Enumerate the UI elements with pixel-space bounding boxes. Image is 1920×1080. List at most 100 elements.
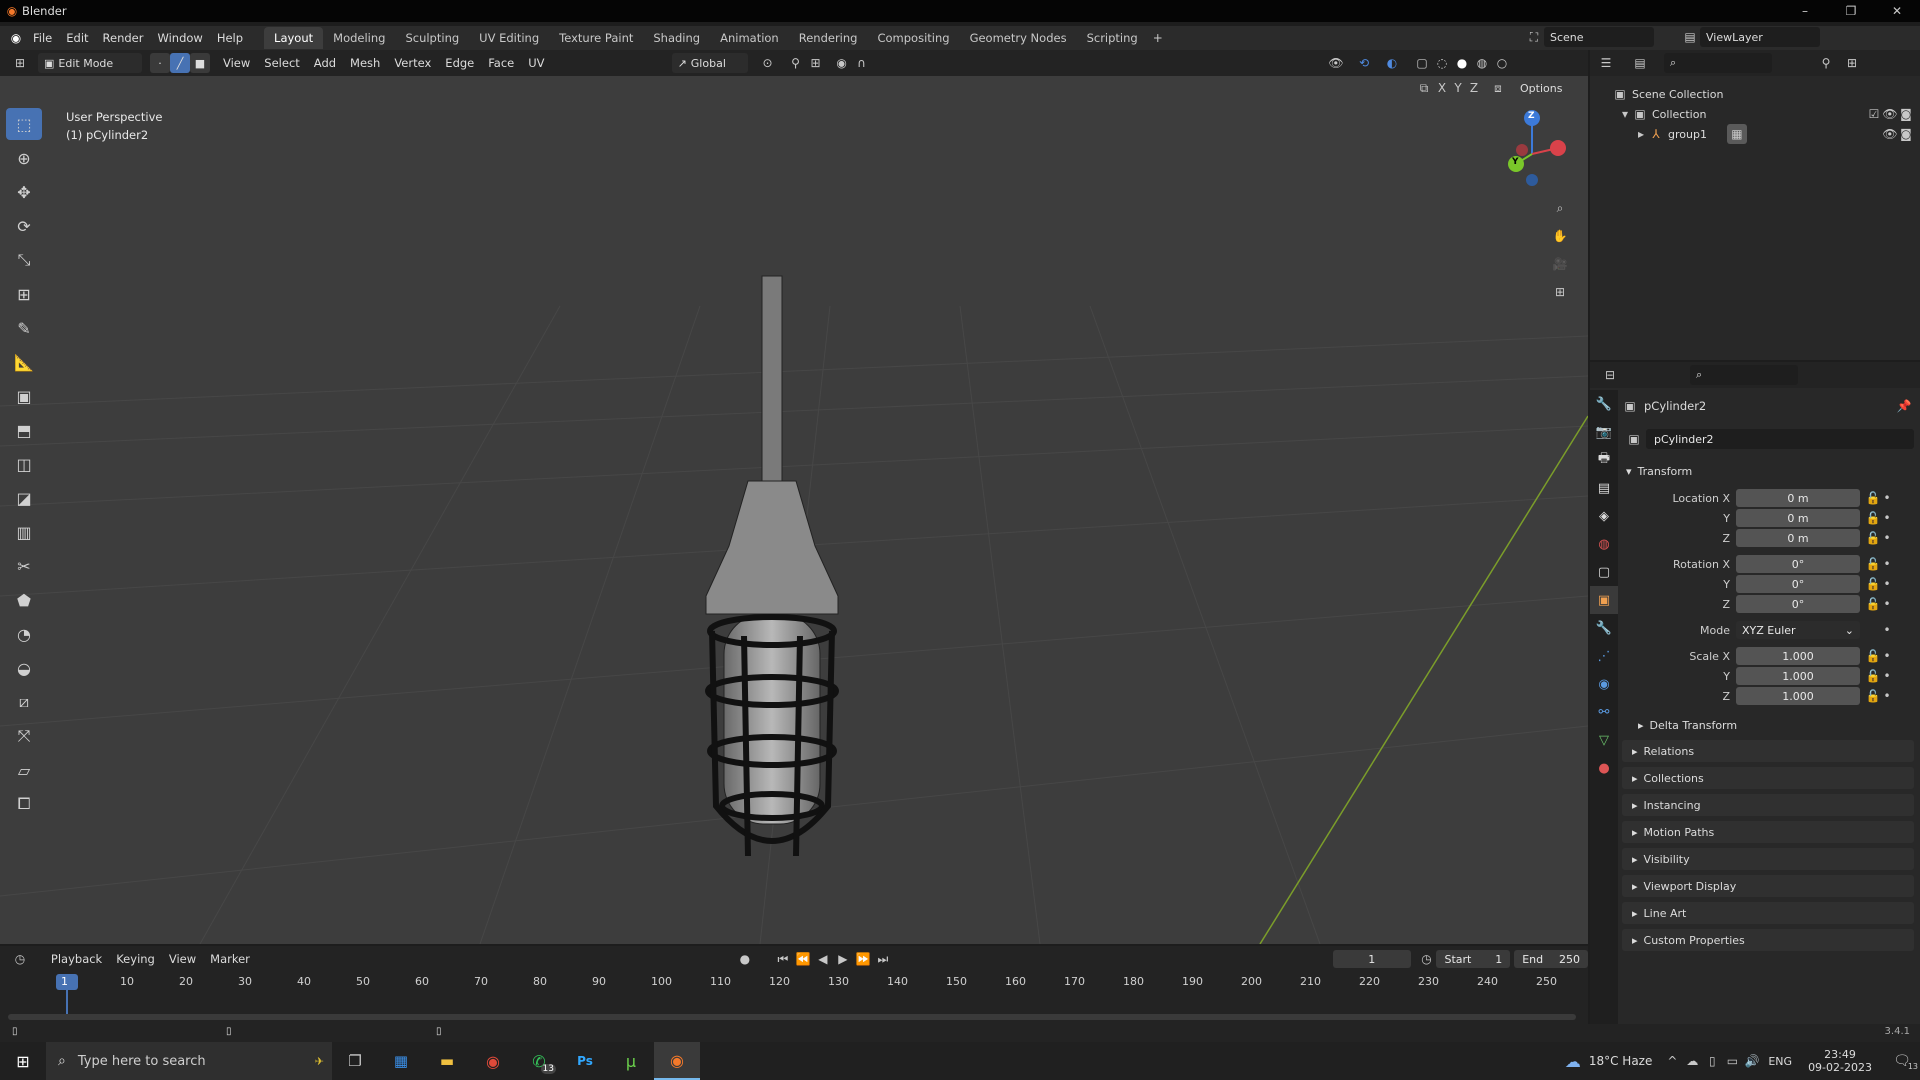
edge-slide-tool[interactable]: ⧄: [6, 686, 42, 718]
add-workspace-icon[interactable]: +: [1148, 28, 1168, 48]
jump-end-icon[interactable]: ⏭: [873, 949, 893, 969]
play-reverse-icon[interactable]: ◀: [813, 949, 833, 969]
prev-keyframe-icon[interactable]: ⏪: [793, 949, 813, 969]
panel-line-art[interactable]: ▸ Line Art: [1622, 902, 1914, 924]
timeline-menu-marker[interactable]: Marker: [203, 948, 257, 970]
photoshop-icon[interactable]: Ps: [562, 1042, 608, 1080]
blender-taskbar-icon[interactable]: ◉: [654, 1042, 700, 1080]
tab-shading[interactable]: Shading: [643, 27, 710, 49]
world-tab-icon[interactable]: ◍: [1590, 530, 1618, 558]
scale-y-field[interactable]: 1.000: [1736, 667, 1860, 685]
minimize-icon[interactable]: –: [1782, 1, 1828, 21]
keyframe-dot-icon[interactable]: •: [1880, 574, 1894, 594]
navigation-gizmo[interactable]: Z Y: [1494, 106, 1574, 186]
overlay-toggle-icon[interactable]: ◐: [1382, 53, 1402, 73]
language-label[interactable]: ENG: [1768, 1055, 1792, 1068]
timeline-scrollbar[interactable]: [8, 1014, 1576, 1020]
eye-icon[interactable]: 👁: [1882, 124, 1898, 144]
poly-build-tool[interactable]: ⬟: [6, 584, 42, 616]
blender-menu-icon[interactable]: ◉: [6, 28, 26, 48]
falloff-icon[interactable]: ∩: [852, 53, 872, 73]
start-frame-field[interactable]: Start 1: [1436, 950, 1511, 968]
rotation-z-field[interactable]: 0°: [1736, 595, 1860, 613]
menu-window[interactable]: Window: [150, 27, 209, 49]
render-camera-icon[interactable]: ◙: [1898, 124, 1914, 144]
filter-icon[interactable]: ⚲: [1816, 53, 1836, 73]
mirror-x[interactable]: X: [1434, 78, 1450, 98]
keyframe-dot-icon[interactable]: •: [1880, 488, 1894, 508]
keyframe-dot-icon[interactable]: •: [1880, 666, 1894, 686]
knife-tool[interactable]: ✂: [6, 550, 42, 582]
view-layer-icon[interactable]: ▤: [1680, 27, 1700, 47]
outliner-editor-icon[interactable]: ☰: [1596, 53, 1616, 73]
volume-icon[interactable]: 🔊: [1742, 1051, 1762, 1071]
snap-target-icon[interactable]: ⊞: [806, 53, 826, 73]
keyframe-dot-icon[interactable]: •: [1880, 686, 1894, 706]
end-frame-field[interactable]: End 250: [1514, 950, 1588, 968]
panel-visibility[interactable]: ▸ Visibility: [1622, 848, 1914, 870]
wireframe-shading-icon[interactable]: ◌: [1432, 53, 1452, 73]
rotation-mode-dropdown[interactable]: XYZ Euler ⌄: [1736, 621, 1860, 639]
lock-icon[interactable]: 🔓: [1866, 646, 1881, 666]
tab-modeling[interactable]: Modeling: [323, 27, 395, 49]
tool-tab-icon[interactable]: 🔧: [1590, 390, 1618, 418]
3d-viewport[interactable]: User Perspective (1) pCylinder2 Z Y ⌕ ✋ …: [0, 76, 1588, 944]
vertex-select-button[interactable]: ·: [150, 53, 170, 73]
outliner-row-scene[interactable]: ▣ Scene Collection: [1590, 84, 1920, 104]
current-frame-field[interactable]: 1: [1332, 950, 1411, 968]
render-tab-icon[interactable]: 📷: [1590, 418, 1618, 446]
ortho-grid-icon[interactable]: ⊞: [1548, 278, 1572, 306]
properties-editor-icon[interactable]: ⊟: [1600, 365, 1620, 385]
vp-menu-vertex[interactable]: Vertex: [387, 52, 438, 74]
panel-motion-paths[interactable]: ▸ Motion Paths: [1622, 821, 1914, 843]
menu-render[interactable]: Render: [96, 27, 151, 49]
location-y-field[interactable]: 0 m: [1736, 509, 1860, 527]
panel-collections[interactable]: ▸ Collections: [1622, 767, 1914, 789]
panel-relations[interactable]: ▸ Relations: [1622, 740, 1914, 762]
lock-icon[interactable]: 🔓: [1866, 528, 1881, 548]
lock-icon[interactable]: 🔓: [1866, 686, 1881, 706]
shrink-fatten-tool[interactable]: ⤧: [6, 720, 42, 752]
properties-search[interactable]: ⌕: [1690, 365, 1798, 385]
eye-icon[interactable]: 👁: [1882, 104, 1898, 124]
tab-sculpting[interactable]: Sculpting: [395, 27, 469, 49]
editor-type-icon[interactable]: ⊞: [10, 53, 30, 73]
lamp-mesh[interactable]: [705, 275, 839, 857]
outliner-search[interactable]: ⌕: [1664, 53, 1772, 73]
rotation-y-field[interactable]: 0°: [1736, 575, 1860, 593]
scene-tab-icon[interactable]: ◈: [1590, 502, 1618, 530]
tab-uv-editing[interactable]: UV Editing: [469, 27, 549, 49]
collapse-arrow-icon[interactable]: ▸: [1634, 124, 1648, 144]
vp-menu-edge[interactable]: Edge: [438, 52, 481, 74]
mirror-z[interactable]: Z: [1466, 78, 1482, 98]
transform-tool[interactable]: ⊞: [6, 278, 42, 310]
taskbar-search-box[interactable]: ⌕ Type here to search ✈: [46, 1042, 332, 1080]
frame-ruler[interactable]: 1 10 20 30 40 50 60 70 80 90 100 110 120 130 140 150 160…: [8, 974, 1576, 1022]
tab-scripting[interactable]: Scripting: [1077, 27, 1148, 49]
weather-icon[interactable]: ☁: [1563, 1051, 1583, 1071]
modifier-tab-icon[interactable]: 🔧: [1590, 614, 1618, 642]
scene-icon[interactable]: ⛶: [1524, 27, 1544, 47]
view-layer-tab-icon[interactable]: ▤: [1590, 474, 1618, 502]
mirror-y[interactable]: Y: [1450, 78, 1466, 98]
location-x-field[interactable]: 0 m: [1736, 489, 1860, 507]
weather-label[interactable]: 18°C Haze: [1589, 1054, 1653, 1068]
network-icon[interactable]: ▭: [1722, 1051, 1742, 1071]
menu-help[interactable]: Help: [210, 27, 250, 49]
tab-geometry-nodes[interactable]: Geometry Nodes: [960, 27, 1077, 49]
tab-rendering[interactable]: Rendering: [789, 27, 868, 49]
rendered-shading-icon[interactable]: ○: [1492, 53, 1512, 73]
timeline-menu-playback[interactable]: Playback: [44, 948, 109, 970]
scale-z-field[interactable]: 1.000: [1736, 687, 1860, 705]
rip-tool[interactable]: ⧠: [6, 788, 42, 820]
xray-icon[interactable]: ▢: [1412, 53, 1432, 73]
pan-hand-icon[interactable]: ✋: [1548, 222, 1572, 250]
edge-select-button[interactable]: ╱: [170, 53, 190, 73]
visibility-icon[interactable]: 👁: [1326, 53, 1346, 73]
select-box-tool[interactable]: ⬚: [6, 108, 42, 140]
zoom-icon[interactable]: ⌕: [1548, 194, 1572, 222]
lock-icon[interactable]: 🔓: [1866, 554, 1881, 574]
add-cube-tool[interactable]: ▣: [6, 380, 42, 412]
options-dropdown[interactable]: Options: [1514, 78, 1568, 98]
timeline-editor-icon[interactable]: ◷: [10, 949, 30, 969]
